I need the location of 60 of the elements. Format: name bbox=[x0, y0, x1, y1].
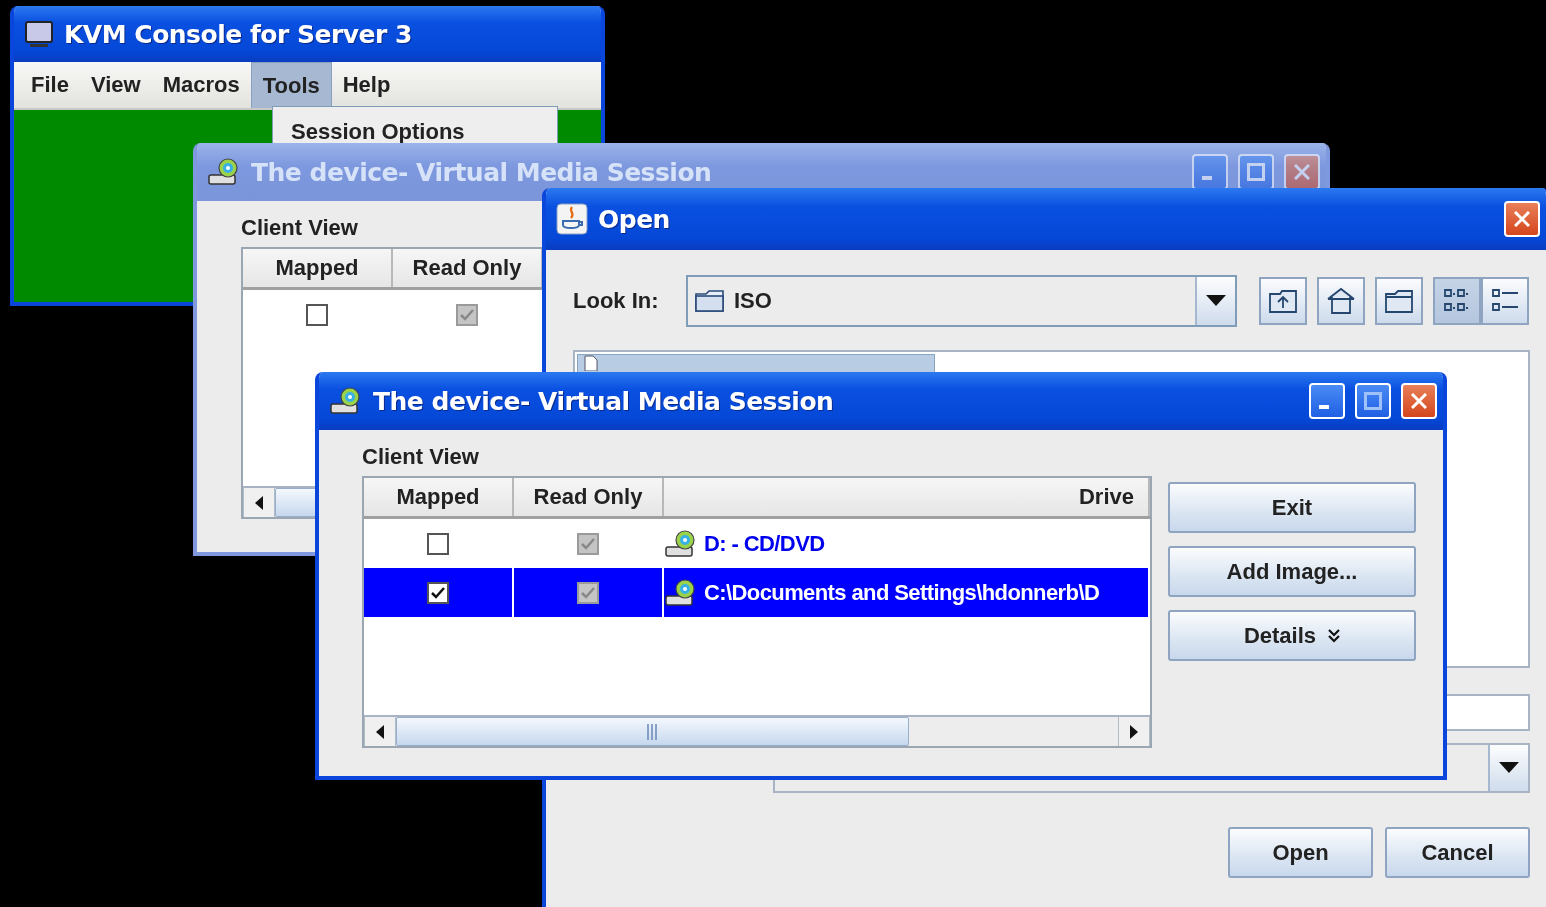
caret-icon bbox=[1499, 762, 1519, 774]
menu-item[interactable]: Tools bbox=[250, 62, 332, 108]
scroll-left-icon[interactable] bbox=[254, 495, 264, 510]
window-title: KVM Console for Server 3 bbox=[64, 19, 413, 49]
menu-item[interactable]: View bbox=[79, 62, 152, 108]
caret-icon bbox=[1206, 295, 1226, 307]
window-title: The device- Virtual Media Session bbox=[373, 386, 835, 416]
column-header[interactable]: Read Only bbox=[514, 478, 664, 516]
minimize-icon bbox=[1202, 176, 1212, 180]
file-icon bbox=[584, 355, 598, 371]
menu-option[interactable]: Session Options bbox=[291, 119, 539, 145]
close-icon bbox=[1411, 393, 1427, 409]
window-title: The device- Virtual Media Session bbox=[251, 157, 713, 187]
drive-icon bbox=[329, 386, 363, 416]
scroll-right-icon[interactable] bbox=[1129, 724, 1139, 739]
new-folder-button[interactable] bbox=[1375, 277, 1423, 325]
dialog-button[interactable]: Open bbox=[1228, 827, 1373, 878]
column-header[interactable]: Drive bbox=[664, 478, 1150, 516]
details-view-button[interactable] bbox=[1481, 277, 1529, 325]
close-button[interactable] bbox=[1504, 201, 1540, 237]
scrollbar[interactable] bbox=[364, 715, 1150, 746]
minimize-icon bbox=[1319, 405, 1329, 409]
dialog-button[interactable]: Cancel bbox=[1385, 827, 1530, 878]
scroll-left-icon[interactable] bbox=[375, 724, 385, 739]
double-chevron-icon bbox=[1328, 628, 1341, 643]
close-icon bbox=[1294, 164, 1310, 180]
look-in-combo[interactable]: ISO bbox=[686, 275, 1237, 327]
file-item[interactable] bbox=[577, 354, 935, 374]
column-header[interactable]: Mapped bbox=[364, 478, 514, 516]
maximize-icon bbox=[1364, 392, 1382, 410]
cup-icon bbox=[556, 203, 588, 235]
minimize-button[interactable] bbox=[1309, 383, 1345, 419]
menu-item[interactable]: File bbox=[20, 62, 80, 108]
close-icon bbox=[1514, 211, 1530, 227]
dialog-button[interactable]: Details bbox=[1168, 610, 1416, 661]
section-label: Client View bbox=[362, 444, 479, 470]
menu-item[interactable]: Macros bbox=[151, 62, 251, 108]
section-label: Client View bbox=[241, 215, 358, 241]
monitor-icon bbox=[24, 20, 54, 48]
checkbox[interactable] bbox=[306, 303, 328, 326]
home-button[interactable] bbox=[1317, 277, 1365, 325]
look-in-label: Look In: bbox=[573, 288, 660, 314]
dialog-button[interactable]: Exit bbox=[1168, 482, 1416, 533]
drive-icon bbox=[207, 157, 241, 187]
column-header[interactable]: Read Only bbox=[393, 249, 543, 287]
folder-name: ISO bbox=[734, 288, 772, 314]
menu-item[interactable]: Help bbox=[331, 62, 402, 108]
drive-name[interactable]: D: - CD/DVD bbox=[704, 530, 825, 557]
scroll-thumb[interactable] bbox=[396, 717, 909, 746]
up-folder-button[interactable] bbox=[1259, 277, 1307, 325]
checkbox[interactable] bbox=[427, 581, 449, 604]
folder-icon bbox=[694, 288, 726, 314]
column-header[interactable]: Mapped bbox=[243, 249, 393, 287]
checkbox[interactable] bbox=[427, 532, 449, 555]
window-title: Open bbox=[598, 204, 671, 234]
maximize-icon bbox=[1247, 163, 1265, 181]
maximize-button[interactable] bbox=[1355, 383, 1391, 419]
dialog-button[interactable]: Add Image... bbox=[1168, 546, 1416, 597]
close-button[interactable] bbox=[1401, 383, 1437, 419]
list-view-button[interactable] bbox=[1433, 277, 1481, 325]
